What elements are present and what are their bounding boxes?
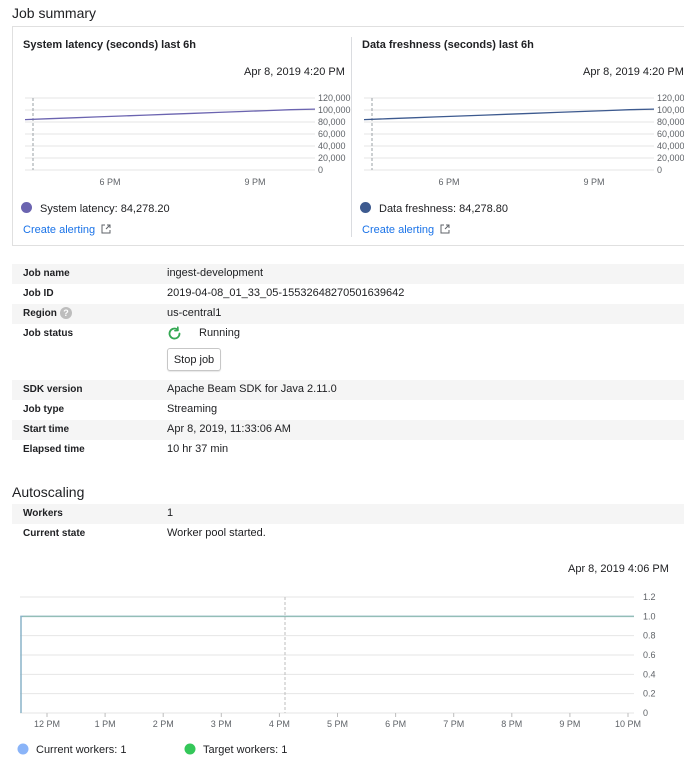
series-line bbox=[363, 108, 655, 121]
external-link-icon bbox=[440, 224, 450, 234]
legend-label: Current workers: 1 bbox=[36, 744, 126, 756]
system-latency-chart: 0 20,000 40,000 60,000 80,000 100,000 120,000 6… bbox=[24, 93, 351, 187]
workers-value: 1 bbox=[167, 507, 174, 519]
data-freshness-legend-dot bbox=[360, 202, 371, 213]
y-tick-label: 0.4 bbox=[643, 669, 656, 679]
workers-row: Workers 1 bbox=[12, 504, 684, 524]
job-id-row: Job ID 2019-04-08_01_33_05-1553264827050… bbox=[12, 284, 684, 304]
y-tick-label: 0 bbox=[643, 708, 648, 718]
data-freshness-title: Data freshness (seconds) last 6h bbox=[362, 39, 534, 51]
job-name-value: ingest-development bbox=[167, 267, 264, 279]
data-freshness-legend: Data freshness: 84,278.80 bbox=[379, 203, 509, 215]
data-freshness-chart: 0 20,000 40,000 60,000 80,000 100,000 120,000 6… bbox=[363, 93, 684, 187]
sdk-version-value: Apache Beam SDK for Java 2.11.0 bbox=[167, 383, 337, 395]
legend-dot bbox=[184, 743, 196, 755]
region-row: Region ? us-central1 bbox=[12, 304, 684, 324]
y-tick-label: 60,000 bbox=[657, 129, 684, 139]
series-line bbox=[24, 108, 316, 121]
autoscaling-chart: 0 0.2 0.4 0.6 0.8 1.0 1.2 12 PM 1 PM 2 PM 3 PM 4 PM… bbox=[17, 592, 656, 756]
x-tick-label: 9 PM bbox=[559, 719, 580, 729]
data-freshness-timestamp: Apr 8, 2019 4:20 PM bbox=[583, 66, 684, 78]
legend-dot bbox=[17, 743, 29, 755]
region-value: us-central1 bbox=[167, 307, 222, 319]
y-tick-label: 0.2 bbox=[643, 689, 656, 699]
current-state-row: Current state Worker pool started. bbox=[12, 524, 684, 544]
current-state-label: Current state bbox=[23, 528, 86, 539]
x-tick-label: 6 PM bbox=[99, 177, 120, 187]
x-tick-label: 6 PM bbox=[438, 177, 459, 187]
y-tick-label: 1.0 bbox=[643, 611, 656, 621]
sdk-version-row: SDK version Apache Beam SDK for Java 2.1… bbox=[12, 380, 684, 400]
y-tick-label: 0 bbox=[657, 165, 662, 175]
create-alerting-link-freshness[interactable]: Create alerting bbox=[362, 224, 450, 236]
y-tick-label: 100,000 bbox=[657, 105, 684, 115]
y-tick-label: 40,000 bbox=[318, 141, 346, 151]
job-summary-title: Job summary bbox=[12, 5, 97, 21]
x-tick-label: 6 PM bbox=[385, 719, 406, 729]
y-tick-label: 0 bbox=[318, 165, 323, 175]
y-tick-label: 60,000 bbox=[318, 129, 346, 139]
x-tick-label: 2 PM bbox=[153, 719, 174, 729]
external-link-icon bbox=[101, 224, 111, 234]
y-tick-label: 40,000 bbox=[657, 141, 684, 151]
y-tick-label: 0.6 bbox=[643, 650, 656, 660]
job-id-label: Job ID bbox=[23, 288, 54, 299]
system-latency-legend: System latency: 84,278.20 bbox=[40, 203, 170, 215]
y-tick-label: 120,000 bbox=[318, 93, 351, 103]
x-tick-label: 4 PM bbox=[269, 719, 290, 729]
y-tick-label: 100,000 bbox=[318, 105, 351, 115]
job-id-value: 2019-04-08_01_33_05-15532648270501639642 bbox=[167, 287, 405, 299]
x-tick-label: 8 PM bbox=[501, 719, 522, 729]
region-label: Region bbox=[23, 308, 57, 319]
sdk-version-label: SDK version bbox=[23, 384, 83, 395]
elapsed-time-label: Elapsed time bbox=[23, 444, 85, 455]
x-tick-label: 1 PM bbox=[95, 719, 116, 729]
running-status-icon bbox=[168, 326, 181, 340]
job-type-row: Job type Streaming bbox=[12, 400, 684, 420]
y-tick-label: 20,000 bbox=[318, 153, 346, 163]
x-tick-label: 10 PM bbox=[615, 719, 641, 729]
system-latency-title: System latency (seconds) last 6h bbox=[23, 39, 197, 51]
help-icon[interactable]: ? bbox=[60, 307, 72, 319]
system-latency-timestamp: Apr 8, 2019 4:20 PM bbox=[244, 66, 345, 78]
y-tick-label: 80,000 bbox=[657, 117, 684, 127]
autoscaling-title: Autoscaling bbox=[12, 484, 85, 500]
start-time-row: Start time Apr 8, 2019, 11:33:06 AM bbox=[12, 420, 684, 440]
current-workers-line bbox=[20, 615, 634, 713]
current-state-value: Worker pool started. bbox=[167, 527, 266, 539]
create-alerting-label: Create alerting bbox=[23, 224, 96, 236]
elapsed-time-row: Elapsed time 10 hr 37 min bbox=[12, 440, 684, 460]
x-tick-label: 12 PM bbox=[34, 719, 60, 729]
system-latency-legend-dot bbox=[21, 202, 32, 213]
job-status-value: Running bbox=[199, 327, 240, 339]
elapsed-time-value: 10 hr 37 min bbox=[167, 443, 229, 455]
job-name-label: Job name bbox=[23, 268, 70, 279]
y-tick-label: 1.2 bbox=[643, 592, 656, 602]
x-tick-label: 9 PM bbox=[583, 177, 604, 187]
x-tick-label: 9 PM bbox=[244, 177, 265, 187]
workers-label: Workers bbox=[23, 508, 63, 519]
create-alerting-link-latency[interactable]: Create alerting bbox=[23, 224, 111, 236]
job-name-row: Job name ingest-development bbox=[12, 264, 684, 284]
y-tick-label: 20,000 bbox=[657, 153, 684, 163]
job-type-value: Streaming bbox=[167, 403, 218, 415]
start-time-label: Start time bbox=[23, 424, 70, 435]
start-time-value: Apr 8, 2019, 11:33:06 AM bbox=[167, 423, 291, 435]
x-tick-label: 5 PM bbox=[327, 719, 348, 729]
job-status-label: Job status bbox=[23, 328, 74, 339]
job-status-row: Job status Running bbox=[12, 324, 684, 344]
y-tick-label: 0.8 bbox=[643, 631, 656, 641]
legend-label: Target workers: 1 bbox=[203, 744, 287, 756]
x-tick-label: 3 PM bbox=[211, 719, 232, 729]
y-tick-label: 120,000 bbox=[657, 93, 684, 103]
job-type-label: Job type bbox=[23, 404, 65, 415]
x-tick-label: 7 PM bbox=[443, 719, 464, 729]
create-alerting-label: Create alerting bbox=[362, 224, 435, 236]
y-tick-label: 80,000 bbox=[318, 117, 346, 127]
stop-job-button[interactable]: Stop job bbox=[167, 348, 221, 371]
